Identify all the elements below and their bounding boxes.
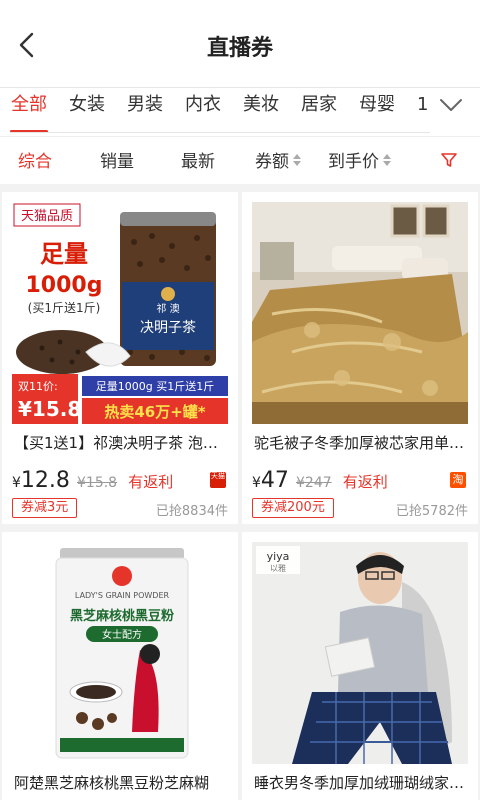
- currency-symbol: ¥: [12, 475, 21, 491]
- coupon-badge[interactable]: 券减200元: [252, 498, 334, 518]
- currency-symbol: ¥: [252, 475, 261, 491]
- product-image: yiya 以雅: [252, 542, 468, 764]
- sort-sales[interactable]: 销量: [100, 147, 134, 172]
- product-price: 12.8: [20, 468, 70, 493]
- tab-home[interactable]: 居家: [290, 88, 348, 132]
- product-image: [252, 202, 468, 424]
- tab-beauty[interactable]: 美妆: [232, 88, 290, 132]
- top-bar: 直播券: [0, 0, 480, 88]
- product-title: 驼毛被子冬季加厚被芯家用单人双人: [254, 434, 466, 452]
- svg-text:yiya: yiya: [267, 550, 290, 563]
- tab-men[interactable]: 男装: [116, 88, 174, 132]
- svg-text:1000g: 1000g: [26, 273, 103, 298]
- svg-text:女士配方: 女士配方: [102, 628, 142, 641]
- sort-bar: 综合 销量 最新 券额 到手价: [0, 136, 480, 184]
- svg-text:¥15.8: ¥15.8: [18, 397, 81, 421]
- rebate-label: 有返利: [342, 473, 388, 491]
- svg-text:祁 澳: 祁 澳: [156, 302, 179, 315]
- product-card[interactable]: LADY'S GRAIN POWDER 黑芝麻核桃黑豆粉 女士配方 阿楚黑芝麻核…: [2, 532, 238, 800]
- svg-text:热卖46万+罐*: 热卖46万+罐*: [104, 403, 205, 421]
- product-title: 阿楚黑芝麻核桃黑豆粉芝麻糊: [14, 774, 210, 792]
- page-title: 直播券: [206, 36, 273, 61]
- tab-all[interactable]: 全部: [0, 88, 58, 132]
- tab-women[interactable]: 女装: [58, 88, 116, 132]
- svg-text:足量1000g 买1斤送1斤: 足量1000g 买1斤送1斤: [96, 379, 214, 393]
- sort-toggle-icon: [293, 153, 301, 166]
- coupon-badge[interactable]: 券减3元: [12, 498, 78, 518]
- tab-baby[interactable]: 母婴: [348, 88, 406, 132]
- product-card[interactable]: yiya 以雅 睡衣男冬季加厚加绒珊瑚绒家居服: [242, 532, 478, 800]
- sort-final-price[interactable]: 到手价: [328, 147, 391, 172]
- sort-comprehensive[interactable]: 综合: [18, 147, 52, 172]
- sort-newest[interactable]: 最新: [181, 147, 215, 172]
- product-card[interactable]: 天猫品质 足量 1000g (买1斤送1斤) 祁 澳 决明子茶 双11价: ¥1…: [2, 192, 238, 524]
- tab-partial[interactable]: 1: [406, 88, 430, 132]
- filter-icon[interactable]: [440, 151, 458, 169]
- sold-count: 已抢5782件: [395, 504, 468, 519]
- sort-toggle-icon: [383, 153, 391, 166]
- product-card[interactable]: 驼毛被子冬季加厚被芯家用单人双人 ¥47 ¥247 有返利 淘 券减200元 已…: [242, 192, 478, 524]
- svg-text:双11价:: 双11价:: [18, 380, 58, 393]
- svg-text:黑芝麻核桃黑豆粉: 黑芝麻核桃黑豆粉: [70, 608, 174, 624]
- original-price: ¥15.8: [77, 475, 118, 491]
- rebate-label: 有返利: [128, 473, 174, 491]
- tab-divider: [10, 132, 430, 133]
- category-tabs: 全部 女装 男装 内衣 美妆 居家 母婴 1: [0, 88, 480, 136]
- product-title: 睡衣男冬季加厚加绒珊瑚绒家居服: [254, 774, 466, 792]
- svg-text:以雅: 以雅: [270, 563, 286, 573]
- badge-text: 天猫品质: [21, 209, 73, 224]
- price-row: ¥47 ¥247 有返利 淘: [252, 468, 472, 498]
- svg-text:LADY'S GRAIN POWDER: LADY'S GRAIN POWDER: [75, 591, 170, 600]
- svg-text:足量: 足量: [40, 240, 88, 268]
- original-price: ¥247: [296, 475, 332, 491]
- chevron-down-icon[interactable]: [436, 90, 466, 120]
- taobao-icon: 淘: [450, 472, 466, 488]
- price-row: ¥12.8 ¥15.8 有返利 天猫: [12, 468, 232, 498]
- svg-text:决明子茶: 决明子茶: [140, 320, 196, 336]
- tab-underwear[interactable]: 内衣: [174, 88, 232, 132]
- product-image: 天猫品质 足量 1000g (买1斤送1斤) 祁 澳 决明子茶 双11价: ¥1…: [12, 202, 228, 424]
- product-title: 【买1送1】祁澳决明子茶 泡茶 花茶: [14, 434, 226, 452]
- tmall-icon: 天猫: [210, 472, 226, 488]
- sold-count: 已抢8834件: [155, 504, 228, 519]
- sort-coupon-amount[interactable]: 券额: [255, 147, 301, 172]
- svg-text:(买1斤送1斤): (买1斤送1斤): [28, 300, 101, 315]
- product-image: LADY'S GRAIN POWDER 黑芝麻核桃黑豆粉 女士配方: [12, 542, 228, 764]
- product-price: 47: [260, 468, 289, 493]
